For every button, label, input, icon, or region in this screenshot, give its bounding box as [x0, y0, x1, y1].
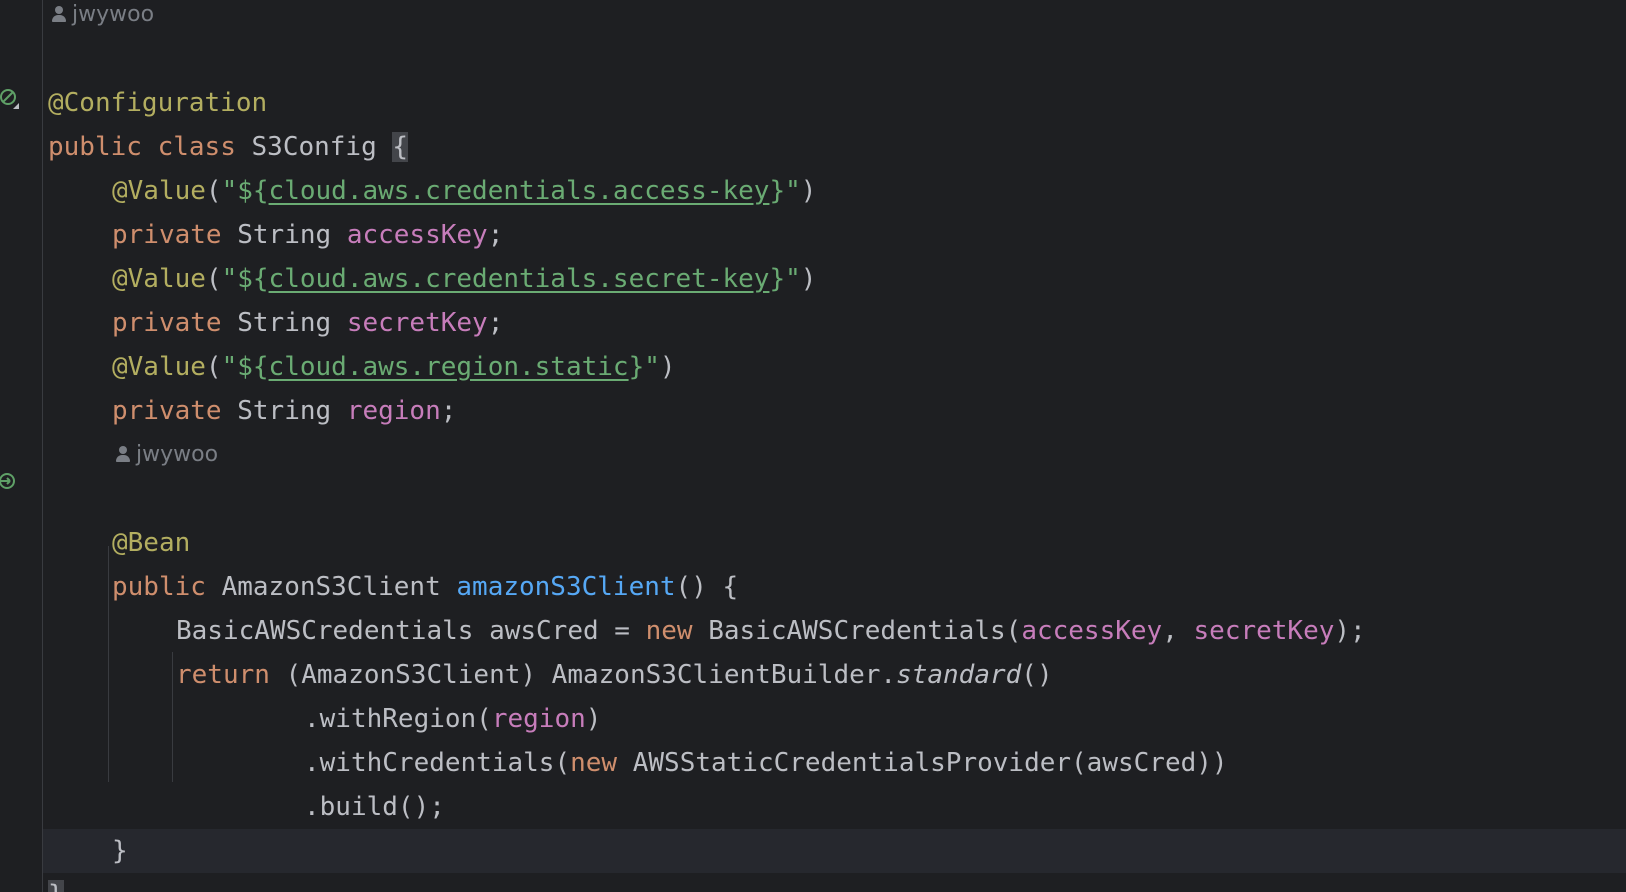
code-line[interactable]: BasicAWSCredentials awsCred = new BasicA… [0, 565, 1366, 646]
type: String [237, 308, 332, 338]
code-text: BasicAWSCredentials( [692, 616, 1022, 646]
field: secretKey [1193, 616, 1335, 646]
punctuation: ( [205, 176, 222, 206]
string: "${ [221, 264, 269, 294]
annotation: @Value [112, 352, 206, 382]
author-name: jwywoo [136, 442, 219, 467]
property-reference[interactable]: cloud.aws.credentials.secret-key [269, 264, 770, 294]
punctuation: ) [800, 264, 817, 294]
code-text: () [1021, 660, 1053, 690]
type: String [237, 220, 332, 250]
code-line[interactable]: public AmazonS3Client amazonS3Client() { [0, 521, 738, 602]
code-text: ) [585, 704, 602, 734]
code-line[interactable]: @Value("${cloud.aws.credentials.secret-k… [0, 213, 816, 294]
code-line[interactable]: public class S3Config { [0, 81, 409, 162]
string: }" [769, 176, 801, 206]
field: region [491, 704, 586, 734]
annotation: @Bean [112, 528, 191, 558]
punctuation: () { [675, 572, 739, 602]
string: "${ [221, 176, 269, 206]
code-text: AWSStaticCredentialsProvider(awsCred)) [617, 748, 1228, 778]
code-text: .build(); [304, 792, 445, 822]
punctuation: ; [440, 396, 457, 426]
person-icon [116, 446, 130, 462]
code-text: ); [1334, 616, 1366, 646]
keyword: new [645, 616, 693, 646]
code-editor[interactable]: jwywoo @Configuration public class S3Con… [0, 0, 1626, 892]
matched-brace: } [48, 880, 64, 892]
punctuation: ( [205, 352, 222, 382]
code-line[interactable]: .withCredentials(new AWSStaticCredential… [0, 697, 1228, 778]
field: region [346, 396, 441, 426]
code-text: , [1162, 616, 1194, 646]
indent-guide [172, 652, 173, 782]
code-line[interactable]: } [0, 785, 128, 866]
class-name: S3Config [251, 132, 377, 162]
string: }" [769, 264, 801, 294]
keyword: public [112, 572, 206, 602]
punctuation: ; [487, 308, 504, 338]
code-line[interactable]: return (AmazonS3Client) AmazonS3ClientBu… [0, 609, 1053, 690]
code-text: BasicAWSCredentials awsCred = [176, 616, 646, 646]
code-line[interactable]: @Value("${cloud.aws.credentials.access-k… [0, 125, 816, 206]
code-line[interactable]: private String region; [0, 345, 456, 426]
punctuation: ; [487, 220, 504, 250]
author-name: jwywoo [72, 2, 155, 27]
author-hint[interactable]: jwywoo [116, 438, 218, 472]
property-reference[interactable]: cloud.aws.credentials.access-key [269, 176, 770, 206]
keyword: private [112, 396, 222, 426]
annotation: @Configuration [48, 88, 268, 118]
person-icon [52, 6, 66, 22]
keyword: class [157, 132, 236, 162]
indent-guide [108, 546, 109, 782]
code-line[interactable]: @Value("${cloud.aws.region.static}") [0, 301, 676, 382]
punctuation: ) [800, 176, 817, 206]
punctuation: ( [205, 264, 222, 294]
code-line[interactable]: .withRegion(region) [0, 653, 601, 734]
code-line[interactable]: private String secretKey; [0, 257, 503, 338]
type: String [237, 396, 332, 426]
annotation: @Value [112, 176, 206, 206]
keyword: return [176, 660, 270, 690]
field: accessKey [346, 220, 488, 250]
code-line[interactable]: @Configuration [0, 37, 267, 118]
type: AmazonS3Client [221, 572, 441, 602]
method-name: amazonS3Client [456, 572, 676, 602]
author-hint[interactable]: jwywoo [52, 0, 154, 32]
code-text: .withCredentials( [304, 748, 571, 778]
keyword: private [112, 308, 222, 338]
annotation: @Value [112, 264, 206, 294]
keyword: new [570, 748, 618, 778]
closing-brace: } [112, 836, 128, 866]
field: accessKey [1021, 616, 1163, 646]
keyword: private [112, 220, 222, 250]
code-line-current[interactable]: } [0, 829, 64, 892]
current-line-highlight [43, 829, 1626, 873]
static-method: standard [896, 660, 1022, 690]
punctuation: ) [659, 352, 676, 382]
code-line[interactable]: .build(); [0, 741, 445, 822]
property-reference[interactable]: cloud.aws.region.static [269, 352, 629, 382]
code-text: .withRegion( [304, 704, 492, 734]
code-line[interactable]: private String accessKey; [0, 169, 503, 250]
code-text: (AmazonS3Client) AmazonS3ClientBuilder. [269, 660, 897, 690]
field: secretKey [346, 308, 488, 338]
matched-brace: { [392, 132, 409, 162]
string: }" [628, 352, 660, 382]
string: "${ [221, 352, 269, 382]
code-line[interactable]: @Bean [0, 477, 190, 558]
